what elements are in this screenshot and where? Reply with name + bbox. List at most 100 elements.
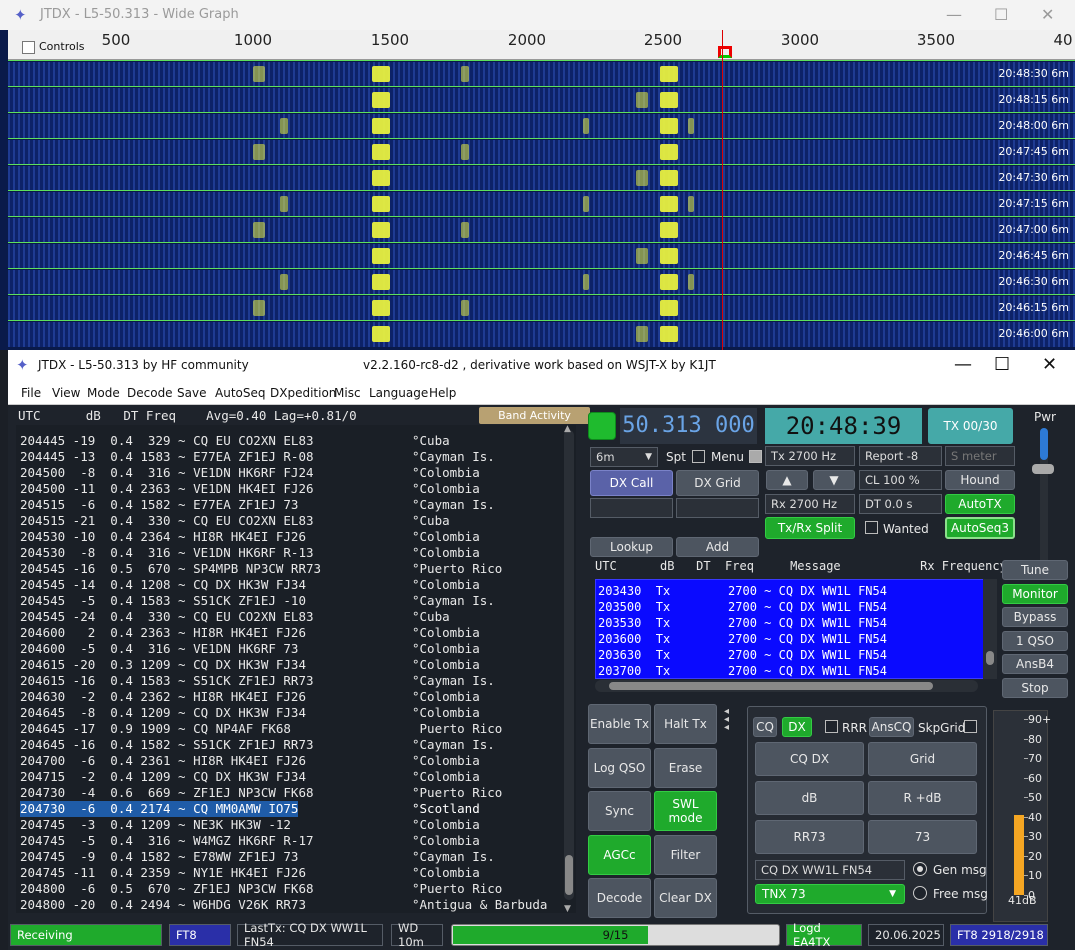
scroll-thumb[interactable] bbox=[609, 682, 933, 690]
menu-language[interactable]: Language bbox=[369, 386, 428, 400]
minimize-icon[interactable]: — bbox=[946, 5, 962, 24]
agcc-button[interactable]: AGCc bbox=[588, 834, 651, 875]
lookup-button[interactable]: Lookup bbox=[590, 537, 673, 557]
band-activity-list[interactable]: 204445 -19 0.4 329 ~ CQ EU CO2XN EL83 °Cu… bbox=[16, 425, 576, 913]
scroll-up-icon[interactable]: ▲ bbox=[564, 424, 571, 434]
autotx-button[interactable]: AutoTX bbox=[945, 494, 1015, 514]
decode-row[interactable]: 204745 -11 0.4 2359 ~ NY1E HK4EI FJ26 °Co… bbox=[20, 865, 480, 881]
menu-mode[interactable]: Mode bbox=[87, 386, 120, 400]
decode-scrollbar[interactable]: ▲ ▼ bbox=[564, 424, 574, 914]
decode-row[interactable]: 204500 -11 0.4 2363 ~ VE1DN HK4EI FJ26 °C… bbox=[20, 481, 480, 497]
decode-row[interactable]: 204800 -6 0.5 670 ~ ZF1EJ NP3CW FK68 °Pue… bbox=[20, 881, 502, 897]
band-activity-label[interactable]: Band Activity bbox=[479, 407, 590, 424]
halt-tx-button[interactable]: Halt Tx bbox=[654, 704, 717, 744]
decode-button[interactable]: Decode bbox=[588, 878, 651, 918]
gen-msg-radio[interactable] bbox=[913, 862, 927, 876]
free-msg-radio[interactable] bbox=[913, 886, 927, 900]
rx-row[interactable]: 203430 Tx 2700 ~ CQ DX WW1L FN54 bbox=[598, 584, 887, 598]
wanted-checkbox[interactable] bbox=[865, 521, 878, 534]
decode-row[interactable]: 204745 -3 0.4 1209 ~ NE3K HK3W -12 °Colom… bbox=[20, 817, 480, 833]
frequency-scale[interactable]: Controls 500 1000 1500 2000 2500 3000 35… bbox=[8, 30, 1075, 60]
maximize-icon[interactable]: ☐ bbox=[994, 5, 1008, 24]
scroll-thumb[interactable] bbox=[986, 651, 994, 665]
filter-button[interactable]: Filter bbox=[654, 834, 717, 875]
dx-call-button[interactable]: DX Call bbox=[590, 470, 673, 496]
decode-row[interactable]: 204730 -6 0.4 2174 ~ CQ MM0AMW IO75 °Scot… bbox=[20, 801, 480, 817]
waterfall[interactable]: 20:48:30 6m 20:48:15 6m 20:48:00 6m 20:47:4… bbox=[8, 60, 1075, 350]
close-icon[interactable]: ✕ bbox=[1042, 354, 1057, 375]
freq-down-button[interactable]: ▼ bbox=[813, 470, 855, 490]
hound-button[interactable]: Hound bbox=[945, 470, 1015, 490]
menu-file[interactable]: File bbox=[21, 386, 41, 400]
log-qso-button[interactable]: Log QSO bbox=[588, 747, 651, 788]
menu-dxpedition[interactable]: DXpedition bbox=[270, 386, 336, 400]
bypass-button[interactable]: Bypass bbox=[1002, 607, 1068, 627]
monitor-button[interactable]: Monitor bbox=[1002, 583, 1068, 604]
decode-row[interactable]: 204545 -24 0.4 330 ~ CQ EU CO2XN EL83 °Cu… bbox=[20, 609, 450, 625]
one-qso-button[interactable]: 1 QSO bbox=[1002, 630, 1068, 651]
scroll-down-icon[interactable]: ▼ bbox=[564, 904, 571, 914]
decode-row[interactable]: 204545 -5 0.4 1583 ~ S51CK ZF1EJ -10 °Cay… bbox=[20, 593, 495, 609]
decode-row[interactable]: 204600 2 0.4 2363 ~ HI8R HK4EI FJ26 °Colo… bbox=[20, 625, 480, 641]
73-macro-button[interactable]: 73 bbox=[868, 820, 977, 854]
enable-tx-button[interactable]: Enable Tx bbox=[588, 704, 651, 744]
dx-call-input[interactable] bbox=[590, 498, 673, 518]
rx-frequency-spinbox[interactable]: Rx 2700 Hz bbox=[765, 494, 855, 514]
menu-checkbox[interactable] bbox=[749, 450, 762, 463]
rx-horizontal-scrollbar[interactable] bbox=[595, 680, 978, 692]
dx-toggle-button[interactable]: DX bbox=[782, 717, 812, 737]
decode-row[interactable]: 204800 -20 0.4 2494 ~ W6HDG V26K RR73 °An… bbox=[20, 897, 547, 913]
rx-row[interactable]: 203700 Tx 2700 ~ CQ DX WW1L FN54 bbox=[598, 664, 887, 678]
clear-dx-button[interactable]: Clear DX bbox=[654, 878, 717, 918]
rx-frequency-list[interactable]: 203430 Tx 2700 ~ CQ DX WW1L FN54 203500 T… bbox=[595, 579, 986, 679]
rx-vertical-scrollbar[interactable] bbox=[983, 579, 997, 679]
decode-row[interactable]: 204545 -16 0.5 670 ~ SP4MPB NP3CW RR73 °P… bbox=[20, 561, 502, 577]
minimize-icon[interactable]: — bbox=[954, 354, 972, 375]
rrr-checkbox[interactable] bbox=[825, 720, 838, 733]
decode-row[interactable]: 204445 -13 0.4 1583 ~ E77EA ZF1EJ R-08 °C… bbox=[20, 449, 495, 465]
sync-button[interactable]: Sync bbox=[588, 791, 651, 831]
dx-grid-input[interactable] bbox=[676, 498, 759, 518]
db-macro-button[interactable]: dB bbox=[755, 781, 864, 815]
tnx-select[interactable]: TNX 73 ▼ bbox=[755, 884, 905, 904]
decode-row[interactable]: 204700 -6 0.4 2361 ~ HI8R HK4EI FJ26 °Col… bbox=[20, 753, 480, 769]
cq-toggle-button[interactable]: CQ bbox=[753, 717, 777, 737]
decode-row[interactable]: 204615 -20 0.3 1209 ~ CQ DX HK3W FJ34 °Co… bbox=[20, 657, 480, 673]
report-spinbox[interactable]: Report -8 bbox=[859, 446, 942, 466]
decode-row[interactable]: 204645 -8 0.4 1209 ~ CQ DX HK3W FJ34 °Col… bbox=[20, 705, 480, 721]
decode-row[interactable]: 204730 -4 0.6 669 ~ ZF1EJ NP3CW FK68 °Pue… bbox=[20, 785, 502, 801]
dt-spinbox[interactable]: DT 0.0 s bbox=[859, 494, 942, 514]
decode-row[interactable]: 204645 -17 0.9 1909 ~ CQ NP4AF FK68 Puer… bbox=[20, 721, 502, 737]
menu-view[interactable]: View bbox=[52, 386, 80, 400]
spt-checkbox[interactable] bbox=[692, 450, 705, 463]
decode-row[interactable]: 204530 -8 0.4 316 ~ VE1DN HK6RF R-13 °Col… bbox=[20, 545, 480, 561]
stop-button[interactable]: Stop bbox=[1002, 677, 1068, 698]
add-button[interactable]: Add bbox=[676, 537, 759, 557]
cq-dx-macro-button[interactable]: CQ DX bbox=[755, 742, 864, 776]
decode-row[interactable]: 204530 -10 0.4 2364 ~ HI8R HK4EI FJ26 °Co… bbox=[20, 529, 480, 545]
menu-misc[interactable]: Misc bbox=[334, 386, 361, 400]
anscq-button[interactable]: AnsCQ bbox=[869, 717, 914, 737]
tab-arrow-icon[interactable]: ◂ ◂ ◂ bbox=[724, 707, 729, 733]
dx-grid-button[interactable]: DX Grid bbox=[676, 470, 759, 496]
maximize-icon[interactable]: ☐ bbox=[994, 354, 1010, 375]
decode-row[interactable]: 204445 -19 0.4 329 ~ CQ EU CO2XN EL83 °Cu… bbox=[20, 433, 450, 449]
grid-macro-button[interactable]: Grid bbox=[868, 742, 977, 776]
close-icon[interactable]: ✕ bbox=[1041, 5, 1054, 24]
rx-row[interactable]: 203630 Tx 2700 ~ CQ DX WW1L FN54 bbox=[598, 648, 887, 662]
menu-save[interactable]: Save bbox=[177, 386, 206, 400]
power-slider-handle[interactable] bbox=[1032, 464, 1054, 474]
decode-row[interactable]: 204515 -21 0.4 330 ~ CQ EU CO2XN EL83 °Cu… bbox=[20, 513, 450, 529]
decode-row[interactable]: 204745 -5 0.4 316 ~ W4MGZ HK6RF R-17 °Col… bbox=[20, 833, 480, 849]
cl-spinbox[interactable]: CL 100 % bbox=[859, 470, 942, 490]
tx-counter-button[interactable]: TX 00/30 bbox=[928, 408, 1013, 444]
skpgrid-checkbox[interactable] bbox=[964, 720, 977, 733]
menu-autoseq[interactable]: AutoSeq bbox=[215, 386, 265, 400]
dial-frequency[interactable]: 50.313 000 bbox=[620, 408, 757, 444]
decode-row[interactable]: 204615 -16 0.4 1583 ~ S51CK ZF1EJ RR73 °C… bbox=[20, 673, 495, 689]
rx-row[interactable]: 203600 Tx 2700 ~ CQ DX WW1L FN54 bbox=[598, 632, 887, 646]
ansb4-button[interactable]: AnsB4 bbox=[1002, 654, 1068, 674]
rx-row[interactable]: 203500 Tx 2700 ~ CQ DX WW1L FN54 bbox=[598, 600, 887, 614]
decode-row[interactable]: 204745 -9 0.4 1582 ~ E78WW ZF1EJ 73 °Caym… bbox=[20, 849, 495, 865]
scroll-thumb[interactable] bbox=[565, 855, 573, 895]
